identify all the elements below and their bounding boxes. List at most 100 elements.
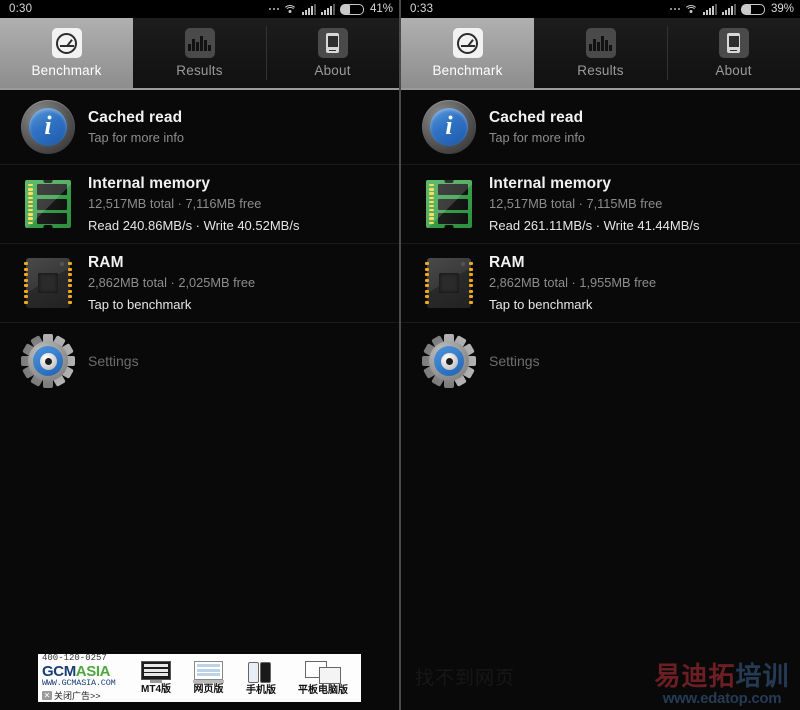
row-icon-slot (417, 258, 481, 308)
ad-item-mt4[interactable]: MT4版 (141, 661, 171, 695)
tab-benchmark-label: Benchmark (432, 63, 503, 78)
status-icons: 39% (669, 3, 794, 15)
ram-chip-icon (24, 258, 72, 308)
internal-memory-speeds: Read 261.11MB/s · Write 41.44MB/s (489, 218, 700, 233)
tab-bar: Benchmark Results About (401, 18, 800, 90)
cached-read-title: Cached read (88, 109, 183, 126)
row-cached-read[interactable]: i Cached read Tap for more info (0, 90, 399, 165)
ad-url: WWW.GCMASIA.COM (42, 677, 116, 688)
ad-placeholder-area: 找不到网页 易迪拓培训 www.edatop.com (401, 650, 800, 710)
row-icon-slot (417, 180, 481, 228)
watermark: 易迪拓培训 www.edatop.com (644, 664, 800, 706)
tab-bar: Benchmark Results About (0, 18, 399, 90)
internal-memory-capacity: 12,517MB total · 7,116MB free (88, 196, 262, 211)
internal-memory-title: Internal memory (88, 175, 211, 192)
row-icon-slot: i (417, 100, 481, 154)
ram-capacity: 2,862MB total · 1,955MB free (489, 275, 657, 290)
internal-memory-capacity: 12,517MB total · 7,115MB free (489, 196, 663, 211)
row-text: Cached read Tap for more info (80, 109, 184, 145)
tab-about[interactable]: About (266, 18, 399, 88)
row-ram[interactable]: RAM 2,862MB total · 1,955MB free Tap to … (401, 244, 800, 323)
monitor-thumb-icon (141, 661, 171, 684)
benchmark-list: i Cached read Tap for more info Internal… (0, 90, 399, 399)
row-ram[interactable]: RAM 2,862MB total · 2,025MB free Tap to … (0, 244, 399, 323)
wifi-icon (684, 4, 699, 15)
status-bar: 0:33 39% (401, 0, 800, 18)
tab-results[interactable]: Results (133, 18, 266, 88)
gauge-icon (452, 28, 483, 58)
panel-body: i Cached read Tap for more info Internal… (0, 90, 399, 710)
watermark-cn-blue: 培训 (735, 662, 790, 692)
signal-icon-sim2 (320, 3, 335, 15)
phones-thumb-icon (247, 661, 275, 685)
status-bar: 0:30 41% (0, 0, 399, 18)
tab-benchmark-label: Benchmark (31, 63, 102, 78)
tab-about-label: About (314, 63, 351, 78)
row-internal-memory[interactable]: Internal memory 12,517MB total · 7,115MB… (401, 165, 800, 244)
tab-results[interactable]: Results (534, 18, 667, 88)
tab-benchmark[interactable]: Benchmark (0, 18, 133, 88)
internal-memory-title: Internal memory (489, 175, 612, 192)
gauge-icon (51, 28, 82, 58)
list-empty-space (401, 399, 800, 650)
ad-item-mobile[interactable]: 手机版 (246, 661, 276, 696)
tab-results-label: Results (577, 63, 624, 78)
bar-chart-icon (184, 28, 215, 58)
cached-read-title: Cached read (489, 109, 584, 126)
memory-module-icon (426, 180, 472, 228)
row-text: Settings (481, 353, 540, 369)
memory-module-icon (25, 180, 71, 228)
close-icon[interactable]: ✕ (42, 690, 52, 700)
row-icon-slot (16, 180, 80, 228)
page-not-found-text: 找不到网页 (415, 666, 516, 689)
tab-results-label: Results (176, 63, 223, 78)
info-icon: i (21, 100, 75, 154)
row-cached-read[interactable]: i Cached read Tap for more info (401, 90, 800, 165)
row-text: Internal memory 12,517MB total · 7,115MB… (481, 175, 700, 233)
row-settings[interactable]: Settings (401, 323, 800, 399)
row-text: Settings (80, 353, 139, 369)
status-icons: 41% (268, 3, 393, 15)
ram-action-hint: Tap to benchmark (489, 297, 593, 312)
signal-icon-sim1 (301, 3, 316, 15)
more-dots-icon (669, 7, 680, 11)
internal-memory-speeds: Read 240.86MB/s · Write 40.52MB/s (88, 218, 300, 233)
bar-chart-icon (585, 28, 616, 58)
ad-close-label[interactable]: 关闭广告>> (54, 689, 101, 702)
row-text: Cached read Tap for more info (481, 109, 585, 145)
ad-banner[interactable]: 400-120-0257 GCMASIA WWW.GCMASIA.COM ✕ 关… (38, 654, 361, 702)
left-phone-screenshot: 0:30 41% Benchmark Results About i Cache… (0, 0, 399, 710)
cached-read-subtitle: Tap for more info (88, 130, 185, 145)
ad-item-web[interactable]: 网页版 (193, 661, 224, 695)
cached-read-subtitle: Tap for more info (489, 130, 586, 145)
dual-screenshot-stage: 0:30 41% Benchmark Results About i Cache… (0, 0, 800, 710)
ad-close-row[interactable]: ✕ 关闭广告>> (42, 689, 130, 702)
watermark-chinese: 易迪拓培训 (644, 664, 800, 690)
ad-item-tablet[interactable]: 平板电脑版 (298, 660, 348, 696)
status-clock: 0:33 (410, 3, 434, 15)
row-settings[interactable]: Settings (0, 323, 399, 399)
ram-chip-icon (425, 258, 473, 308)
row-icon-slot (16, 258, 80, 308)
status-clock: 0:30 (9, 3, 33, 15)
tab-about-label: About (715, 63, 752, 78)
settings-label: Settings (489, 353, 540, 369)
tab-benchmark[interactable]: Benchmark (401, 18, 534, 88)
right-phone-screenshot: 0:33 39% Benchmark Results About i Cache… (401, 0, 800, 710)
benchmark-list: i Cached read Tap for more info Internal… (401, 90, 800, 399)
gear-icon (422, 334, 476, 388)
laptop-thumb-icon (193, 661, 224, 684)
battery-percent-label: 39% (770, 3, 794, 15)
ad-logo-secondary: ASIA (75, 662, 111, 680)
battery-percent-label: 41% (369, 3, 393, 15)
tablets-thumb-icon (305, 660, 341, 685)
phone-icon (317, 28, 348, 58)
watermark-cn-red: 易迪拓 (654, 662, 736, 692)
battery-icon (339, 3, 364, 15)
signal-icon-sim2 (721, 3, 736, 15)
info-icon: i (422, 100, 476, 154)
ram-action-hint: Tap to benchmark (88, 297, 192, 312)
row-internal-memory[interactable]: Internal memory 12,517MB total · 7,116MB… (0, 165, 399, 244)
tab-about[interactable]: About (667, 18, 800, 88)
watermark-url: www.edatop.com (662, 690, 782, 707)
